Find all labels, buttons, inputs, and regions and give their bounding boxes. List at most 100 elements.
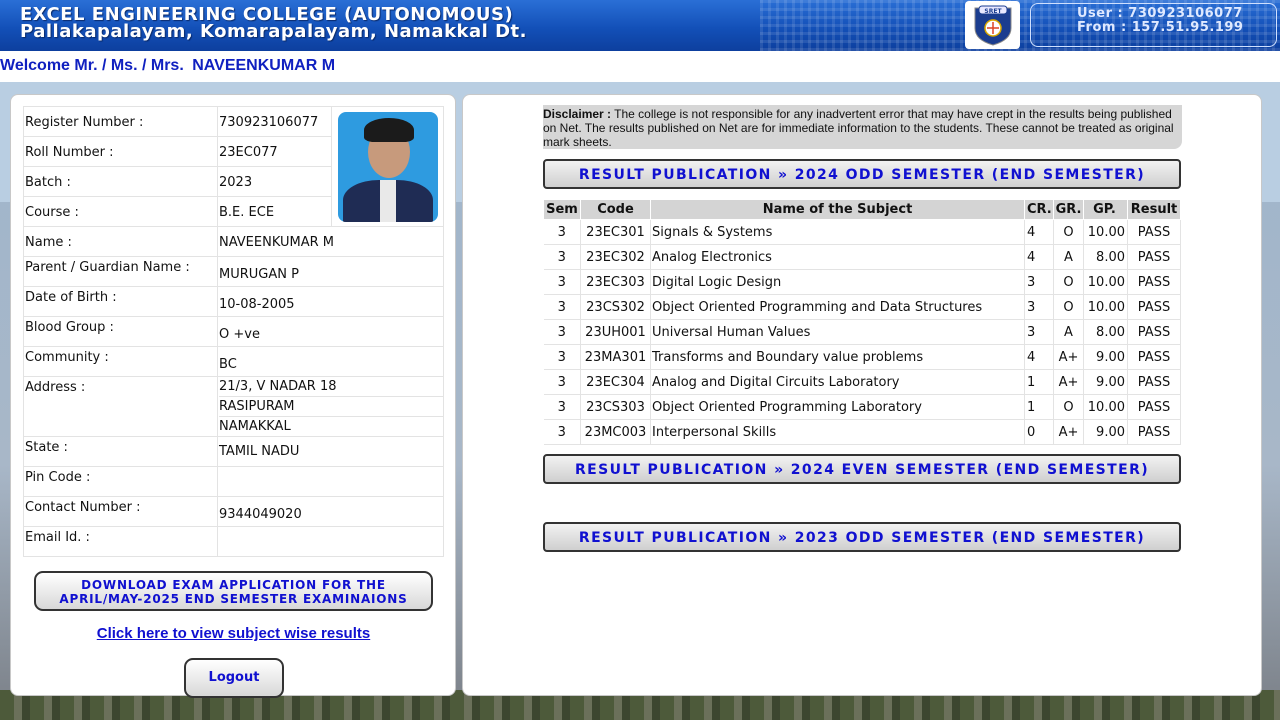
row-sem: 3 — [543, 394, 581, 420]
row-sem: 3 — [543, 319, 581, 345]
row-credits: 0 — [1024, 419, 1054, 445]
row-sem: 3 — [543, 269, 581, 295]
col-sem: Sem — [543, 199, 581, 220]
row-result: PASS — [1127, 244, 1181, 270]
row-code: 23MC003 — [580, 419, 651, 445]
blood-group-label: Blood Group : — [25, 320, 114, 335]
row-sem: 3 — [543, 419, 581, 445]
register-number-value: 730923106077 — [219, 115, 319, 130]
row-result: PASS — [1127, 394, 1181, 420]
row-grade-point: 10.00 — [1083, 394, 1128, 420]
row-credits: 1 — [1024, 369, 1054, 395]
email-value — [219, 527, 443, 537]
course-label: Course : — [25, 205, 79, 220]
batch-label: Batch : — [25, 175, 71, 190]
pin-code-label: Pin Code : — [25, 470, 91, 485]
row-subject: Signals & Systems — [650, 219, 1025, 245]
session-info-box: User : 730923106077 From : 157.51.95.199 — [1030, 3, 1277, 47]
download-button-line-1: DOWNLOAD EXAM APPLICATION FOR THE — [81, 578, 386, 592]
college-logo-icon: SRET — [974, 5, 1011, 46]
name-value: NAVEENKUMAR M — [219, 235, 335, 250]
row-subject: Analog and Digital Circuits Laboratory — [650, 369, 1025, 395]
table-row: 3 23CS303 Object Oriented Programming Labo… — [543, 394, 1181, 420]
result-publication-2024-odd[interactable]: RESULT PUBLICATION » 2024 ODD SEMESTER (… — [543, 159, 1181, 189]
row-grade-point: 9.00 — [1083, 369, 1128, 395]
table-row: 3 23UH001 Universal Human Values 3 A 8.00 PASS — [543, 319, 1181, 345]
pin-code-value — [219, 467, 443, 477]
row-credits: 3 — [1024, 269, 1054, 295]
row-code: 23UH001 — [580, 319, 651, 345]
row-subject: Digital Logic Design — [650, 269, 1025, 295]
row-result: PASS — [1127, 344, 1181, 370]
row-subject: Interpersonal Skills — [650, 419, 1025, 445]
row-credits: 4 — [1024, 219, 1054, 245]
row-code: 23EC304 — [580, 369, 651, 395]
row-code: 23CS302 — [580, 294, 651, 320]
disclaimer-text: The college is not responsible for any i… — [543, 107, 1174, 149]
result-publication-2024-even[interactable]: RESULT PUBLICATION » 2024 EVEN SEMESTER … — [543, 454, 1181, 484]
row-result: PASS — [1127, 369, 1181, 395]
table-row: 3 23EC304 Analog and Digital Circuits Labo… — [543, 369, 1181, 395]
college-logo: SRET — [965, 1, 1020, 49]
row-credits: 3 — [1024, 319, 1054, 345]
row-subject: Analog Electronics — [650, 244, 1025, 270]
row-grade: A+ — [1053, 369, 1084, 395]
col-credits: CR. — [1024, 199, 1054, 220]
community-label: Community : — [25, 350, 109, 365]
row-subject: Object Oriented Programming Laboratory — [650, 394, 1025, 420]
row-code: 23EC301 — [580, 219, 651, 245]
table-row: 3 23CS302 Object Oriented Programming and … — [543, 294, 1181, 320]
row-grade-point: 9.00 — [1083, 419, 1128, 445]
row-sem: 3 — [543, 369, 581, 395]
row-result: PASS — [1127, 419, 1181, 445]
row-code: 23MA301 — [580, 344, 651, 370]
dob-value: 10-08-2005 — [219, 297, 295, 312]
svg-text:SRET: SRET — [984, 8, 1002, 15]
address-line-1: 21/3, V NADAR 18 — [219, 377, 443, 397]
col-result: Result — [1127, 199, 1181, 220]
row-grade: O — [1053, 294, 1084, 320]
row-grade: A — [1053, 244, 1084, 270]
col-subject: Name of the Subject — [650, 199, 1025, 220]
download-exam-application-button[interactable]: DOWNLOAD EXAM APPLICATION FOR THE APRIL/… — [34, 571, 433, 611]
state-value: TAMIL NADU — [219, 444, 300, 459]
row-result: PASS — [1127, 219, 1181, 245]
disclaimer-label: Disclaimer : — [543, 107, 612, 121]
blood-group-value: O +ve — [219, 327, 260, 342]
welcome-student-name: NAVEENKUMAR M — [192, 57, 336, 74]
row-credits: 4 — [1024, 344, 1054, 370]
state-label: State : — [25, 440, 68, 455]
name-label: Name : — [25, 235, 72, 250]
address-line-2: RASIPURAM — [219, 397, 443, 417]
email-label: Email Id. : — [25, 530, 90, 545]
table-row: 3 23MA301 Transforms and Boundary value pr… — [543, 344, 1181, 370]
table-row: 3 23EC303 Digital Logic Design 3 O 10.00 PASS — [543, 269, 1181, 295]
row-grade-point: 10.00 — [1083, 219, 1128, 245]
community-value: BC — [219, 357, 237, 372]
grades-header-row: Sem Code Name of the Subject CR. GR. GP.… — [543, 199, 1181, 220]
student-details-table: Register Number : 730923106077 Roll Numb… — [23, 106, 444, 557]
row-grade-point: 8.00 — [1083, 319, 1128, 345]
subject-wise-results-link[interactable]: Click here to view subject wise results — [0, 625, 467, 642]
roll-number-value: 23EC077 — [219, 145, 278, 160]
row-grade: O — [1053, 269, 1084, 295]
parent-label: Parent / Guardian Name : — [25, 260, 190, 275]
row-sem: 3 — [543, 219, 581, 245]
row-grade: A+ — [1053, 419, 1084, 445]
row-grade: O — [1053, 219, 1084, 245]
row-grade: A — [1053, 319, 1084, 345]
student-photo — [337, 112, 438, 222]
table-row: 3 23MC003 Interpersonal Skills 0 A+ 9.00 PASS — [543, 419, 1181, 445]
row-subject: Universal Human Values — [650, 319, 1025, 345]
contact-value: 9344049020 — [219, 507, 302, 522]
logout-button[interactable]: Logout — [184, 658, 284, 698]
row-credits: 1 — [1024, 394, 1054, 420]
dob-label: Date of Birth : — [25, 290, 117, 305]
row-code: 23EC302 — [580, 244, 651, 270]
row-grade-point: 9.00 — [1083, 344, 1128, 370]
disclaimer-box: Disclaimer : The college is not responsi… — [543, 105, 1182, 149]
row-grade-point: 8.00 — [1083, 244, 1128, 270]
grades-table: Sem Code Name of the Subject CR. GR. GP.… — [543, 199, 1181, 445]
download-button-line-2: APRIL/MAY-2025 END SEMESTER EXAMINAIONS — [59, 592, 408, 606]
result-publication-2023-odd[interactable]: RESULT PUBLICATION » 2023 ODD SEMESTER (… — [543, 522, 1181, 552]
